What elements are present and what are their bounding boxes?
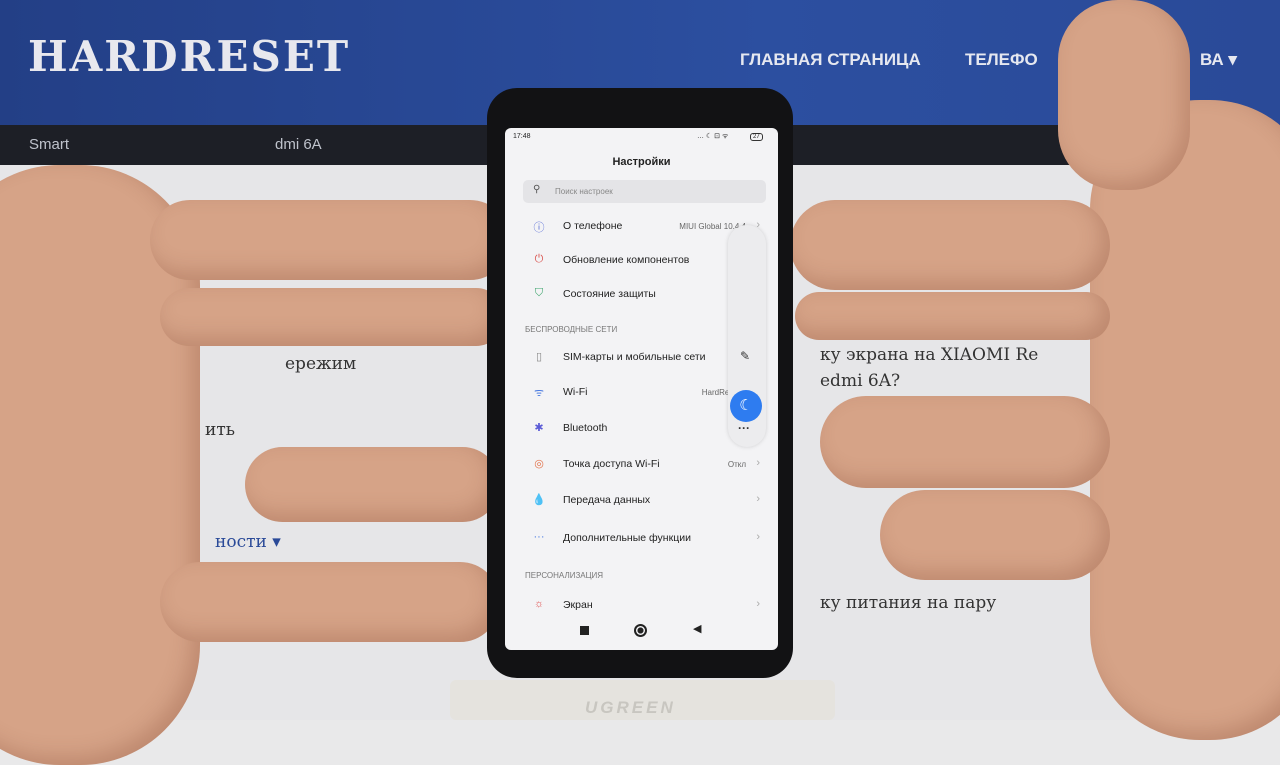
thumb xyxy=(1058,0,1190,190)
chevron-right-icon: › xyxy=(756,598,760,610)
battery-icon: 27 xyxy=(750,133,763,141)
navigation-bar: ◀ xyxy=(505,618,778,650)
finger xyxy=(790,200,1110,290)
data-icon: 💧 xyxy=(532,494,546,506)
moon-icon: ☾ xyxy=(739,397,753,414)
site-logo[interactable]: HARDRESET xyxy=(28,32,350,81)
article-text: ить xyxy=(205,420,235,440)
status-icons: … ☾ ⊡ ᯤ xyxy=(697,133,729,140)
update-icon: ⏻ xyxy=(534,253,544,265)
settings-row[interactable]: ◎ Точка доступа Wi-Fi Откл › xyxy=(505,448,778,482)
nav-home[interactable]: ГЛАВНАЯ СТРАНИЦА xyxy=(740,50,921,70)
row-label: О телефоне xyxy=(563,220,623,232)
row-label: Экран xyxy=(563,599,593,611)
dark-mode-button[interactable]: ☾ xyxy=(730,390,762,422)
phone-screen: 17:48 … ☾ ⊡ ᯤ 27 Настройки ⚲ Поиск настр… xyxy=(505,128,778,650)
section-header: ПЕРСОНАЛИЗАЦИЯ xyxy=(525,571,604,580)
finger xyxy=(880,490,1110,580)
finger xyxy=(160,562,500,642)
info-icon: ⓘ xyxy=(533,222,545,234)
search-placeholder: Поиск настроек xyxy=(555,187,613,196)
settings-row[interactable]: ··· Дополнительные функции › xyxy=(505,522,778,556)
row-label: Передача данных xyxy=(563,494,651,506)
row-label: Точка доступа Wi-Fi xyxy=(563,458,660,470)
article-text: ку питания на пару xyxy=(820,593,997,613)
page-title: Настройки xyxy=(612,156,671,168)
bluetooth-icon: ✱ xyxy=(534,422,544,434)
article-text: ку экрана на XIAOMI Re xyxy=(820,345,1039,365)
sim-icon: ▯ xyxy=(535,351,543,363)
hotspot-icon: ◎ xyxy=(534,458,544,470)
row-label: Обновление компонентов xyxy=(563,254,690,266)
recents-button[interactable] xyxy=(580,626,589,635)
back-button[interactable]: ◀ xyxy=(693,622,701,635)
breadcrumb-item[interactable]: Smart xyxy=(29,136,69,153)
more-icon: ··· xyxy=(533,531,545,543)
section-header: БЕСПРОВОДНЫЕ СЕТИ xyxy=(525,325,618,334)
row-label: Состояние защиты xyxy=(563,288,656,300)
chevron-right-icon: › xyxy=(756,531,760,543)
finger xyxy=(245,447,500,522)
finger xyxy=(795,292,1110,340)
article-text: ережим xyxy=(285,354,357,374)
nav-more[interactable]: ВА ▾ xyxy=(1200,50,1237,70)
row-value: Откл xyxy=(727,460,746,469)
shield-icon: ⛉ xyxy=(534,287,544,299)
edit-icon[interactable]: ✎ xyxy=(740,349,750,363)
search-input[interactable]: ⚲ Поиск настроек xyxy=(523,180,766,203)
search-icon: ⚲ xyxy=(533,184,541,195)
display-icon: ☼ xyxy=(533,598,545,610)
chevron-right-icon: › xyxy=(756,493,760,505)
wifi-icon: ᯤ xyxy=(533,387,545,399)
finger xyxy=(160,288,505,346)
row-label: Дополнительные функции xyxy=(563,532,691,544)
row-label: SIM-карты и мобильные сети xyxy=(563,351,706,363)
nav-phones[interactable]: ТЕЛЕФО xyxy=(965,50,1038,70)
right-hand xyxy=(1090,100,1280,740)
article-text: edmi 6A? xyxy=(820,371,901,391)
more-options-icon[interactable]: ··· xyxy=(738,421,750,435)
finger xyxy=(150,200,510,280)
breadcrumb-item: dmi 6A xyxy=(275,136,322,153)
row-label: Wi-Fi xyxy=(563,386,588,398)
status-time: 17:48 xyxy=(513,133,531,140)
home-button[interactable] xyxy=(634,624,647,637)
finger xyxy=(820,396,1110,488)
chevron-right-icon: › xyxy=(756,457,760,469)
settings-row[interactable]: 💧 Передача данных › xyxy=(505,484,778,518)
stand-logo: UGREEN xyxy=(585,698,676,717)
row-label: Bluetooth xyxy=(563,422,608,434)
article-link[interactable]: ности ▾ xyxy=(215,532,281,552)
